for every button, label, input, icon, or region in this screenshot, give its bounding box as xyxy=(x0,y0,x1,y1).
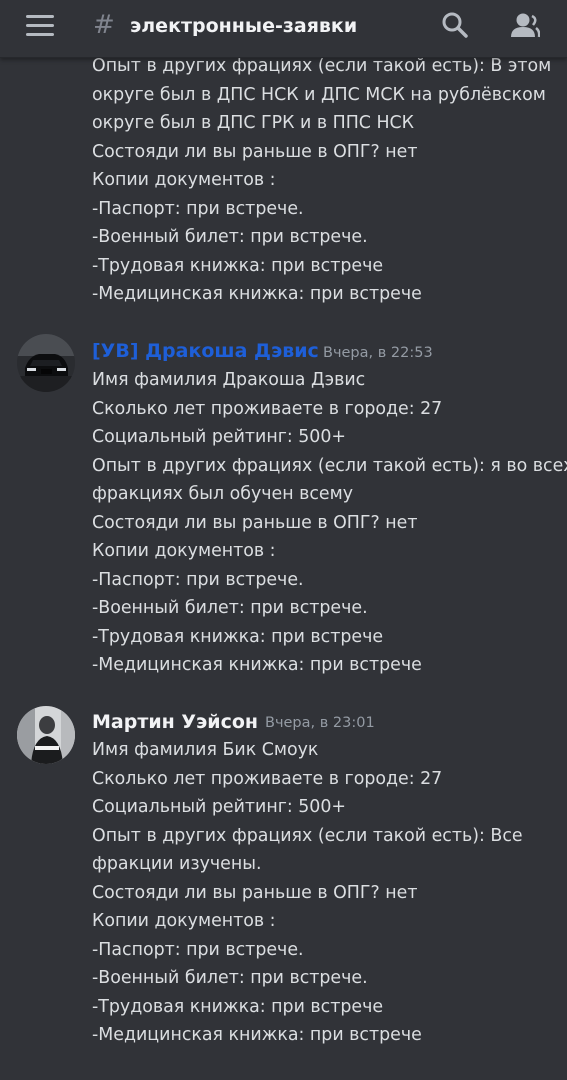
message-line: Опыт в других фрациях (если такой есть):… xyxy=(92,825,523,846)
message-timestamp: Вчера, в 22:53 xyxy=(323,345,433,361)
channel-title[interactable]: электронные-заявки xyxy=(130,14,357,38)
avatar-drakosha[interactable] xyxy=(17,334,75,392)
message-line: -Трудовая книжка: при встрече xyxy=(92,255,384,276)
message-line: Опыт в других фрациях (если такой есть):… xyxy=(92,455,567,476)
message-line: -Военный билет: при встрече. xyxy=(92,227,368,247)
message-line: -Медицинская книжка: при встрече xyxy=(92,1025,422,1045)
message-line: Социальный рейтинг: 500+ xyxy=(92,427,347,447)
message-line: Сколько лет проживаете в городе: 27 xyxy=(92,768,443,789)
message-line: -Трудовая книжка: при встрече xyxy=(92,626,384,647)
message-line: фракциях был обучен всему xyxy=(92,484,354,504)
message-line: Копии документов : xyxy=(92,911,276,931)
message-line: -Военный билет: при встрече. xyxy=(92,598,368,618)
message-line: Имя фамилия Дракоша Дэвис xyxy=(92,370,366,390)
members-icon[interactable] xyxy=(508,10,541,40)
message-line: Состояди ли вы раньше в ОПГ? нет xyxy=(92,512,418,533)
message-line: фракции изучены. xyxy=(92,854,262,874)
message-line: Состояди ли вы раньше в ОПГ? нет xyxy=(92,141,418,162)
menu-icon[interactable] xyxy=(26,15,54,37)
message-line: округе был в ДПС ГРК и в ППС НСК xyxy=(92,113,415,133)
message-line: -Паспорт: при встрече. xyxy=(92,198,304,219)
avatar-martin[interactable] xyxy=(17,706,75,764)
message-line: -Паспорт: при встрече. xyxy=(92,569,304,590)
message-line: -Трудовая книжка: при встрече xyxy=(92,996,384,1017)
message-line: Состояди ли вы раньше в ОПГ? нет xyxy=(92,882,418,903)
hash-icon: # xyxy=(93,10,115,40)
search-icon[interactable] xyxy=(440,10,470,40)
message-line: -Военный билет: при встрече. xyxy=(92,968,368,988)
person-avatar-image xyxy=(17,706,75,764)
message-line: -Медицинская книжка: при встрече xyxy=(92,284,422,304)
channel-header: # электронные-заявки xyxy=(0,0,567,58)
message-timestamp: Вчера, в 23:01 xyxy=(265,715,375,731)
message-line: Сколько лет проживаете в городе: 27 xyxy=(92,398,443,419)
message-line: -Медицинская книжка: при встрече xyxy=(92,655,422,675)
message-list[interactable]: Опыт в других фрациях (если такой есть):… xyxy=(0,0,567,1080)
message-line: Копии документов : xyxy=(92,541,276,561)
message-line: округе был в ДПС НСК и ДПС МСК на рублёв… xyxy=(92,84,546,105)
car-avatar-image xyxy=(17,334,75,392)
message-author[interactable]: [УВ] Дракоша Дэвис xyxy=(92,338,319,364)
message-line: Социальный рейтинг: 500+ xyxy=(92,797,347,817)
message-author[interactable]: Мартин Уэйсон xyxy=(92,709,258,735)
message-line: Копии документов : xyxy=(92,170,276,190)
message-line: Имя фамилия Бик Смоук xyxy=(92,740,319,760)
message-line: -Паспорт: при встрече. xyxy=(92,939,304,960)
